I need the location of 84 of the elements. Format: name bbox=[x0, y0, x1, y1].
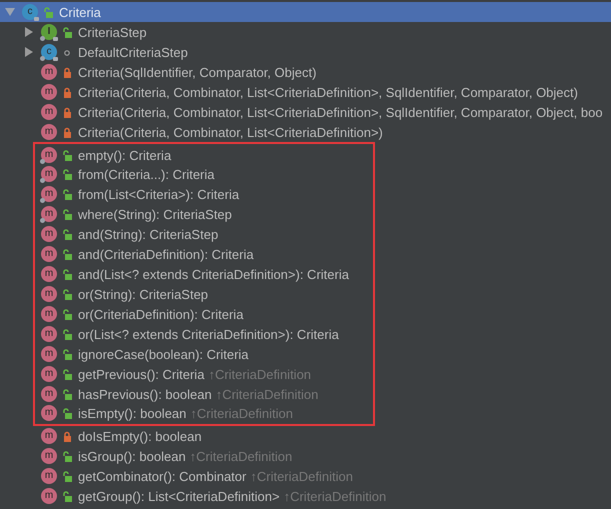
method-icon: m bbox=[41, 326, 57, 342]
inherited-from-label: ↑CriteriaDefinition bbox=[190, 448, 292, 464]
member-signature: getGroup(): List<CriteriaDefinition> bbox=[78, 488, 280, 504]
member-signature: getPrevious(): Criteria bbox=[78, 366, 204, 382]
tree-node[interactable]: c Criteria bbox=[0, 2, 611, 22]
member-signature: or(CriteriaDefinition): Criteria bbox=[78, 306, 244, 322]
member-signature: from(Criteria...): Criteria bbox=[78, 166, 215, 182]
member-signature: getCombinator(): Combinator bbox=[78, 468, 246, 484]
highlighted-tree-item[interactable]: m getPrevious(): Criteria ↑CriteriaDefinition bbox=[33, 364, 375, 384]
method-icon: m bbox=[41, 166, 57, 182]
member-signature: from(List<Criteria>): Criteria bbox=[78, 186, 240, 202]
method-icon: m bbox=[41, 306, 57, 322]
highlighted-tree-item[interactable]: m or(List<? extends CriteriaDefinition>): Criteria bbox=[33, 324, 375, 344]
method-icon: m bbox=[41, 405, 57, 421]
member-signature: and(List<? extends CriteriaDefinition>): Criteria bbox=[78, 266, 349, 282]
member-signature: CriteriaStep bbox=[78, 24, 147, 40]
highlighted-tree-item[interactable]: m from(Criteria...): Criteria bbox=[33, 164, 375, 184]
member-signature: where(String): CriteriaStep bbox=[78, 206, 232, 222]
tree-item[interactable]: m Criteria(Criteria, Combinator, List<CriteriaDefinition>) bbox=[0, 122, 611, 142]
method-icon: m bbox=[41, 468, 57, 484]
highlighted-tree-item[interactable]: m or(CriteriaDefinition): Criteria bbox=[33, 304, 375, 324]
method-icon: m bbox=[41, 266, 57, 282]
class-icon: c bbox=[41, 44, 57, 60]
tree-item[interactable]: m isGroup(): boolean ↑CriteriaDefinition bbox=[0, 446, 611, 466]
inherited-from-label: ↑CriteriaDefinition bbox=[190, 406, 293, 420]
member-signature: and(CriteriaDefinition): Criteria bbox=[78, 246, 254, 262]
member-signature: or(List<? extends CriteriaDefinition>): Criteria bbox=[78, 326, 339, 342]
highlighted-tree-item[interactable]: m or(String): CriteriaStep bbox=[33, 284, 375, 304]
method-icon: m bbox=[41, 428, 57, 444]
member-signature: Criteria(SqlIdentifier, Comparator, Object) bbox=[78, 64, 316, 80]
expanded-arrow-icon[interactable] bbox=[4, 8, 16, 16]
inherited-from-label: ↑CriteriaDefinition bbox=[250, 468, 353, 484]
tree-item[interactable]: I CriteriaStep bbox=[0, 22, 611, 42]
tree-item[interactable]: m Criteria(SqlIdentifier, Comparator, Object) bbox=[0, 62, 611, 82]
method-icon: m bbox=[41, 84, 57, 100]
tree-item[interactable]: c DefaultCriteriaStep bbox=[0, 42, 611, 62]
method-icon: m bbox=[41, 366, 57, 382]
interface-icon: I bbox=[41, 24, 57, 40]
highlighted-tree-item[interactable]: m and(String): CriteriaStep bbox=[33, 224, 375, 244]
tree-item[interactable]: m Criteria(Criteria, Combinator, List<CriteriaDefinition>, SqlIdentifier, Comparator, Object, boo bbox=[0, 102, 611, 122]
tree-item[interactable]: m getCombinator(): Combinator ↑CriteriaDefinition bbox=[0, 466, 611, 486]
member-signature: Criteria(Criteria, Combinator, List<CriteriaDefinition>, SqlIdentifier, Comparator, Object, boo bbox=[78, 104, 603, 120]
method-icon: m bbox=[41, 448, 57, 464]
tree-item[interactable]: m Criteria(Criteria, Combinator, List<CriteriaDefinition>, SqlIdentifier, Comparator, Object) bbox=[0, 82, 611, 102]
class-icon: c bbox=[22, 4, 38, 20]
method-icon: m bbox=[41, 286, 57, 302]
tree-item[interactable]: m doIsEmpty(): boolean bbox=[0, 426, 611, 446]
member-signature: isEmpty(): boolean bbox=[78, 406, 186, 420]
member-signature: doIsEmpty(): boolean bbox=[78, 428, 202, 444]
method-icon: m bbox=[41, 64, 57, 80]
method-icon: m bbox=[41, 104, 57, 120]
tree-item[interactable]: m getGroup(): List<CriteriaDefinition> ↑CriteriaDefinition bbox=[0, 486, 611, 506]
highlighted-tree-item[interactable]: m ignoreCase(boolean): Criteria bbox=[33, 344, 375, 364]
member-signature: empty(): Criteria bbox=[78, 148, 172, 162]
inherited-from-label: ↑CriteriaDefinition bbox=[284, 488, 386, 504]
member-signature: DefaultCriteriaStep bbox=[78, 44, 188, 60]
member-signature: or(String): CriteriaStep bbox=[78, 286, 208, 302]
collapsed-arrow-icon[interactable] bbox=[23, 47, 35, 57]
highlighted-tree-item[interactable]: m and(CriteriaDefinition): Criteria bbox=[33, 244, 375, 264]
highlighted-tree-item[interactable]: m where(String): CriteriaStep bbox=[33, 204, 375, 224]
method-icon: m bbox=[41, 186, 57, 202]
member-signature: hasPrevious(): boolean bbox=[78, 386, 212, 402]
collapsed-arrow-icon[interactable] bbox=[23, 27, 35, 37]
method-icon: m bbox=[41, 226, 57, 242]
highlighted-tree-item[interactable]: m empty(): Criteria bbox=[33, 142, 375, 164]
member-signature: and(String): CriteriaStep bbox=[78, 226, 218, 242]
highlighted-tree-item[interactable]: m isEmpty(): boolean ↑CriteriaDefinition bbox=[33, 404, 375, 426]
method-icon: m bbox=[41, 246, 57, 262]
method-icon: m bbox=[41, 124, 57, 140]
member-signature: ignoreCase(boolean): Criteria bbox=[78, 346, 249, 362]
inherited-from-label: ↑CriteriaDefinition bbox=[208, 366, 312, 382]
member-signature: isGroup(): boolean bbox=[78, 448, 186, 464]
method-icon: m bbox=[41, 346, 57, 362]
highlighted-tree-item[interactable]: m hasPrevious(): boolean ↑CriteriaDefinition bbox=[33, 384, 375, 404]
tree-label: Criteria bbox=[59, 4, 101, 20]
member-signature: Criteria(Criteria, Combinator, List<CriteriaDefinition>) bbox=[78, 124, 383, 140]
method-icon: m bbox=[41, 147, 57, 163]
member-signature: Criteria(Criteria, Combinator, List<CriteriaDefinition>, SqlIdentifier, Comparator, Object) bbox=[78, 84, 578, 100]
highlighted-tree-item[interactable]: m and(List<? extends CriteriaDefinition>): Criteria bbox=[33, 264, 375, 284]
method-icon: m bbox=[41, 206, 57, 222]
highlighted-tree-item[interactable]: m from(List<Criteria>): Criteria bbox=[33, 184, 375, 204]
method-icon: m bbox=[41, 488, 57, 504]
inherited-from-label: ↑CriteriaDefinition bbox=[216, 386, 318, 402]
method-icon: m bbox=[41, 386, 57, 402]
